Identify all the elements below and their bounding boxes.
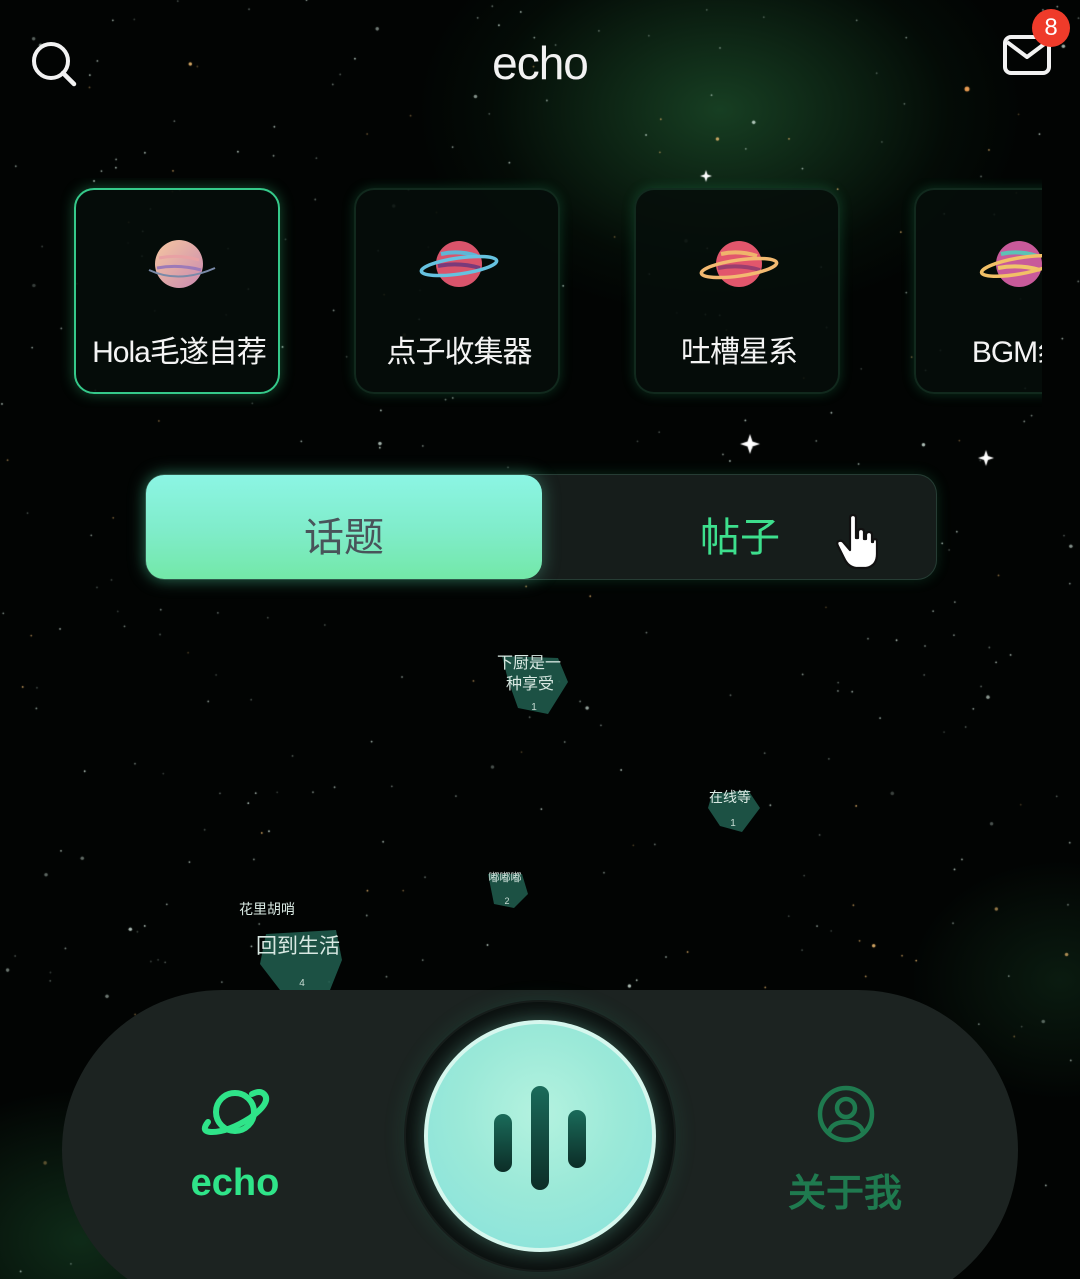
topic-bubble-count: 1: [531, 702, 537, 713]
nav-tab-echo-label: echo: [190, 1162, 280, 1204]
planet-icon: [979, 241, 1042, 287]
planet-icon: [148, 240, 216, 288]
topic-bubble-title: 下厨是一: [496, 655, 561, 672]
echo-app: echo 8 Hola毛遂自荐 点子收集器 吐槽星系 BGM 话题 帖子 下厨是…: [0, 0, 1080, 1279]
user-circle-icon: [817, 1085, 875, 1143]
topic-bubble[interactable]: 花里胡哨: [232, 898, 304, 926]
topic-bubble-title: 在线等: [709, 789, 751, 805]
topic-bubble[interactable]: 在线等 1: [704, 786, 764, 834]
topic-bubble-title: 种享受: [505, 676, 554, 693]
topic-bubble-count: 2: [504, 896, 510, 906]
hand-cursor-icon: [836, 514, 878, 570]
tab-posts[interactable]: 帖子: [542, 475, 938, 579]
planet-icon: [201, 1089, 270, 1136]
app-title: echo: [492, 37, 589, 89]
category-card-hola[interactable]: Hola毛遂自荐: [74, 188, 280, 394]
tab-posts-label: 帖子: [700, 515, 780, 561]
content-type-toggle: 话题 帖子: [145, 474, 937, 580]
category-label: 吐槽星系: [681, 336, 798, 369]
topic-bubble-count: 1: [730, 818, 736, 829]
nav-tab-about-me-label: 关于我: [787, 1171, 902, 1215]
record-button[interactable]: [424, 1020, 656, 1252]
topic-bubble[interactable]: 回到生活 4: [246, 924, 350, 990]
topic-bubble-title: 嘟嘟嘟: [488, 872, 522, 884]
tab-topics-label: 话题: [304, 515, 384, 561]
topic-bubble-title: 回到生活: [256, 935, 340, 958]
voice-wave-icon: [494, 1086, 586, 1190]
category-label: Hola毛遂自荐: [92, 336, 267, 369]
category-label: BGM纟: [971, 336, 1042, 369]
category-card-ideas[interactable]: 点子收集器: [354, 188, 560, 394]
topic-bubble[interactable]: 下厨是一 种享受 1: [488, 652, 578, 718]
planet-icon: [699, 241, 779, 287]
topic-bubble-count: 4: [299, 978, 305, 989]
nav-tab-echo[interactable]: echo: [150, 1076, 320, 1216]
category-label: 点子收集器: [386, 336, 533, 369]
category-card-bgm[interactable]: BGM纟: [914, 188, 1042, 394]
topic-bubble-title: 花里胡哨: [239, 901, 295, 917]
top-bar: echo 8: [0, 0, 1080, 130]
topic-bubble[interactable]: 嘟嘟嘟 2: [484, 870, 530, 910]
category-carousel[interactable]: Hola毛遂自荐 点子收集器 吐槽星系 BGM: [60, 178, 1042, 408]
planet-icon: [419, 241, 499, 287]
nav-tab-about-me[interactable]: 关于我: [760, 1080, 930, 1220]
category-card-rant[interactable]: 吐槽星系: [634, 188, 840, 394]
tab-topics[interactable]: 话题: [146, 475, 542, 579]
unread-badge: 8: [1032, 9, 1070, 47]
